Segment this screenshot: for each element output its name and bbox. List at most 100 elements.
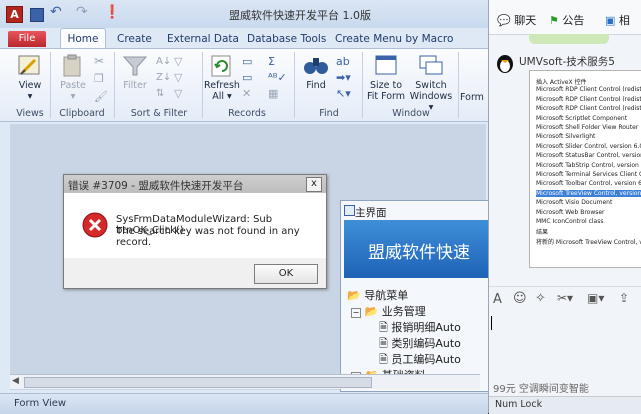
screenshot-text-line: Microsoft RDP Client Control (redistribu…: [536, 95, 641, 103]
switch-windows-button[interactable]: Switch Windows ▾: [408, 54, 454, 113]
chat-ad-text[interactable]: 99元 空调瞬间变智能: [489, 380, 641, 396]
num-lock-indicator: Num Lock: [495, 399, 543, 410]
tab-file[interactable]: File: [8, 31, 46, 47]
scroll-thumb[interactable]: [24, 377, 372, 388]
main-form-window[interactable]: 主界面 盟威软件快速 📂 导航菜单 − 📂 业务管理 🗎 报销明细Auto 🗎 …: [340, 200, 492, 392]
paste-button[interactable]: Paste ▾: [56, 54, 90, 102]
records-group-label: Records: [228, 108, 266, 119]
ribbon-separator: [362, 52, 363, 118]
tab-external-data[interactable]: External Data: [160, 31, 246, 48]
refresh-all-button[interactable]: Refresh All ▾: [204, 54, 240, 102]
folder-open-icon: 📂: [347, 289, 361, 302]
banner-title: 盟威软件快速: [368, 243, 470, 263]
save-icon[interactable]: [30, 8, 44, 22]
ribbon-separator: [114, 52, 115, 118]
screenshot-text-line: Microsoft RDP Client Control (redistribu…: [536, 86, 641, 94]
document-icon: 🗎: [379, 353, 388, 366]
find-group-label: Find: [319, 108, 339, 119]
totals-icon[interactable]: Σᴬᴮ✓ ▦: [268, 54, 287, 102]
font-icon[interactable]: A: [493, 292, 502, 307]
tree-node-business[interactable]: − 📂 业务管理: [351, 303, 426, 319]
views-group-label: Views: [16, 108, 44, 119]
tree-root[interactable]: 📂 导航菜单: [347, 287, 408, 303]
replace-icon[interactable]: ab ➡▾ ↖▾: [336, 54, 351, 102]
access-window: A ↶ ↷ ❗ 盟威软件快速开发平台 1.0版 File Home Create…: [0, 0, 492, 414]
chat-tabs: 💬 聊天 ⚑ 公告 ▣ 相: [489, 0, 641, 35]
image-icon: ▣: [605, 14, 616, 27]
dialog-title-bar[interactable]: 错误 #3709 - 盟威软件快速开发平台 x: [64, 175, 326, 193]
undo-icon[interactable]: ↶: [50, 4, 62, 20]
sort-ascending-icon[interactable]: A↓ Z↓ ⇅: [156, 54, 171, 102]
ok-button[interactable]: OK: [254, 264, 318, 284]
document-icon: 🗎: [379, 321, 388, 334]
flag-icon: ⚑: [549, 14, 559, 27]
avatar-icon: [497, 55, 513, 73]
picture-icon[interactable]: ▣▾: [587, 291, 604, 305]
copy-icon[interactable]: ❐: [94, 72, 104, 85]
refresh-icon: [211, 55, 231, 77]
binoculars-icon: [304, 58, 328, 74]
clipboard-icon: [63, 54, 81, 77]
chat-bottom-bar: Num Lock: [489, 396, 641, 414]
find-button[interactable]: Find: [298, 54, 334, 91]
upload-icon[interactable]: ⇪: [619, 291, 629, 305]
dialog-body: SysFrmDataModuleWizard: Sub btnOK_Click(…: [64, 193, 326, 258]
collapse-icon[interactable]: −: [351, 308, 361, 318]
chat-input-divider: [489, 286, 641, 287]
new-record-icon[interactable]: ▭ ▭ ✕: [242, 54, 252, 102]
ribbon-separator: [202, 52, 203, 118]
format-painter-icon[interactable]: 🖌: [94, 90, 108, 103]
error-dialog: 错误 #3709 - 盟威软件快速开发平台 x SysFrmDataModule…: [63, 174, 327, 289]
redo-icon[interactable]: ↷: [76, 4, 88, 20]
window-title: 盟威软件快速开发平台 1.0版: [229, 9, 371, 22]
screenshot-text-line: Microsoft Slider Control, version 6.0: [536, 142, 641, 150]
screenshot-text-line: Microsoft TreeView Control, version 6.0: [536, 189, 641, 197]
title-bar: A ↶ ↷ ❗ 盟威软件快速开发平台 1.0版: [0, 0, 488, 29]
emoji-icon[interactable]: ☺: [513, 291, 527, 306]
tab-chat[interactable]: 💬 聊天: [497, 12, 536, 28]
customize-qat-icon[interactable]: ❗: [104, 5, 120, 20]
tab-home[interactable]: Home: [60, 28, 106, 49]
screenshot-text-line: Microsoft Terminal Services Client Contr…: [536, 171, 641, 178]
chat-screenshot-image[interactable]: 插入 ActiveX 控件 Microsoft RDP Client Contro…: [529, 70, 641, 268]
banner: 盟威软件快速: [344, 220, 490, 278]
tab-create-menu-by-macro[interactable]: Create Menu by Macro: [328, 31, 460, 48]
document-icon: 🗎: [379, 337, 388, 350]
shake-icon[interactable]: ✧: [535, 291, 546, 306]
screenshot-icon[interactable]: ✂▾: [557, 291, 573, 305]
tab-database-tools[interactable]: Database Tools: [240, 31, 333, 48]
main-form-title: 主界面: [355, 207, 387, 219]
screenshot-text-line: Microsoft Toolbar Control, version 6.0: [536, 180, 641, 188]
screenshot-text-line: Microsoft Shell Folder View Router: [536, 124, 639, 131]
status-bar: Form View: [0, 393, 488, 414]
filter-button[interactable]: Filter: [118, 54, 152, 91]
view-button[interactable]: View ▾: [12, 54, 48, 102]
view-icon: [18, 55, 40, 75]
chat-bubble-icon: 💬: [497, 14, 511, 27]
sort-filter-group-label: Sort & Filter: [130, 108, 188, 119]
tab-announcement[interactable]: ⚑ 公告: [549, 12, 584, 28]
access-app-icon[interactable]: A: [6, 6, 23, 23]
text-formatting-partial[interactable]: Form: [460, 92, 488, 103]
tab-create[interactable]: Create: [110, 31, 159, 48]
funnel-icon: [122, 56, 148, 76]
size-to-fit-icon: [375, 55, 397, 75]
screenshot-text-line: 将新的 Microsoft TreeView Control, version: [536, 238, 641, 246]
screenshot-text-line: Microsoft RDP Client Control (redistribu…: [536, 105, 641, 113]
cut-icon[interactable]: ✂: [94, 54, 104, 68]
ribbon-separator: [50, 52, 51, 118]
chat-toolbar: A ☺ ✧ ✂▾ ▣▾ ⇪: [489, 288, 641, 312]
size-to-fit-form-button[interactable]: Size to Fit Form: [364, 54, 408, 102]
horizontal-scrollbar[interactable]: ◀: [10, 374, 480, 389]
close-button[interactable]: x: [306, 177, 322, 192]
advanced-filter-icon[interactable]: ▽ ▽ ▽: [174, 54, 182, 102]
screenshot-text-line: Microsoft TabStrip Control, version 6.0: [536, 161, 641, 169]
screenshot-text-line: MMC IconControl class: [536, 218, 604, 225]
chat-panel: 💬 聊天 ⚑ 公告 ▣ 相 UMVsoft-技术服务5 插入 ActiveX 控…: [488, 0, 641, 414]
tab-photos[interactable]: ▣ 相: [605, 12, 630, 28]
scroll-left-icon[interactable]: ◀: [12, 376, 19, 386]
error-message-line2: The search key was not found in any reco…: [116, 226, 300, 248]
chat-input[interactable]: [489, 310, 641, 376]
folder-open-icon: 📂: [364, 305, 379, 318]
screenshot-text-line: 结果: [536, 229, 549, 237]
